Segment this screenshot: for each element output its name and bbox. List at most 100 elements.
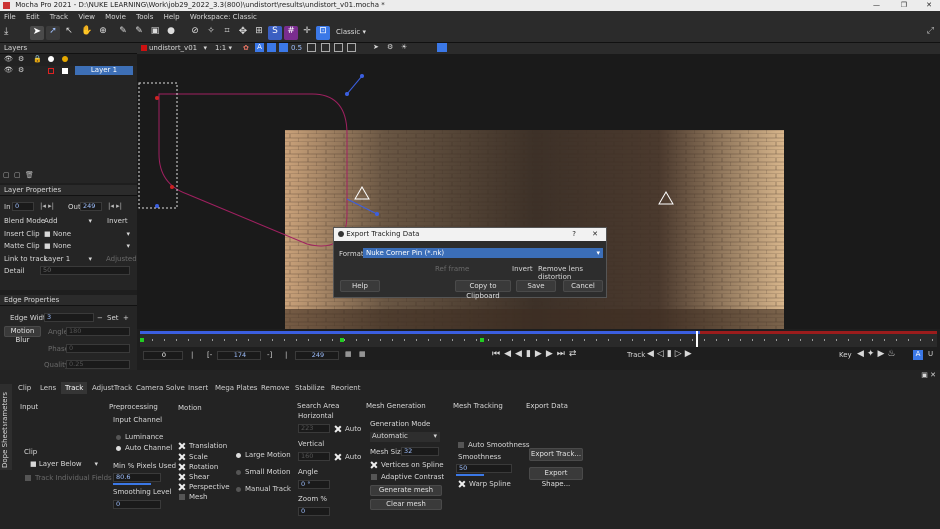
opacity-value[interactable]: 0.5 xyxy=(291,44,302,52)
vertices-on-spline-checkbox[interactable]: Vertices on Spline xyxy=(371,461,444,469)
translation-checkbox[interactable]: Translation xyxy=(179,442,227,450)
edge-plus-icon[interactable]: + xyxy=(123,314,129,322)
clear-mesh-button[interactable]: Clear mesh xyxy=(370,499,442,510)
menu-workspace[interactable]: Workspace: Classic xyxy=(190,13,257,21)
link-track-dropdown[interactable]: Layer 1 ▾ xyxy=(44,255,92,263)
tab-adjusttrack[interactable]: AdjustTrack xyxy=(88,382,136,394)
tab-track[interactable]: Track xyxy=(61,382,88,394)
tab-insert[interactable]: Insert xyxy=(184,382,212,394)
zoom-field[interactable]: 0 xyxy=(298,507,330,516)
luminance-radio[interactable]: Luminance xyxy=(116,433,163,441)
edge-minus-icon[interactable]: − xyxy=(97,314,103,322)
auto-channel-radio[interactable]: Auto Channel xyxy=(116,444,172,452)
copy-to-clipboard-button[interactable]: Copy to Clipboard xyxy=(455,280,511,300)
min-pixels-slider[interactable] xyxy=(113,483,151,485)
surface-s-icon[interactable]: S xyxy=(268,26,282,40)
go-in-icon[interactable]: [- xyxy=(207,351,212,359)
matte-view-icon[interactable] xyxy=(279,43,288,52)
phase-field[interactable]: 0 xyxy=(66,344,130,353)
gear-icon[interactable]: ⚙ xyxy=(18,55,24,63)
minimize-button[interactable]: — xyxy=(873,0,880,11)
remove-lens-toggle[interactable]: Remove lens distortion xyxy=(538,265,606,281)
magnetic-tool-icon[interactable]: ⊘ xyxy=(188,26,202,40)
adaptive-contrast-checkbox[interactable]: Adaptive Contrast xyxy=(371,473,444,481)
invert-toggle[interactable]: Invert xyxy=(512,265,533,273)
in-field[interactable]: 0 xyxy=(12,202,34,211)
layer-matte-swatch[interactable] xyxy=(62,68,68,74)
mesh-checkbox[interactable]: Mesh xyxy=(179,493,207,501)
playback-controls[interactable]: ⏮◀◀▮▶▶⏭⇄ xyxy=(492,349,580,359)
clip-dropdown[interactable]: ■ Layer Below ▾ xyxy=(30,460,98,468)
render-icon[interactable] xyxy=(437,43,447,52)
delete-layer-icon[interactable]: 🗑 xyxy=(25,171,34,179)
duplicate-layer-icon[interactable]: ▢ xyxy=(14,171,21,179)
perspective-checkbox[interactable]: Perspective xyxy=(179,483,230,491)
shear-checkbox[interactable]: Shear xyxy=(179,473,209,481)
calendar-icon[interactable]: ▦ xyxy=(345,350,352,358)
warp-spline-checkbox[interactable]: Warp Spline xyxy=(459,480,511,488)
menu-view[interactable]: View xyxy=(78,13,95,21)
export-track-button[interactable]: Export Track... xyxy=(529,448,583,461)
tab-remove[interactable]: Remove xyxy=(257,382,293,394)
view-mode-icon[interactable] xyxy=(307,43,316,52)
out-field[interactable]: 249 xyxy=(80,202,102,211)
tab-mega-plates[interactable]: Mega Plates xyxy=(211,382,261,394)
tab-lens[interactable]: Lens xyxy=(36,382,60,394)
add-layer-icon[interactable]: ▢ xyxy=(3,171,10,179)
detail-field[interactable]: 50 xyxy=(40,266,130,275)
gear-icon[interactable]: ⚙ xyxy=(18,66,24,74)
stabilize-icon[interactable] xyxy=(334,43,343,52)
go-out-icon[interactable]: -] xyxy=(267,351,272,359)
out-frame-field[interactable]: 249 xyxy=(295,351,339,360)
min-pixels-field[interactable]: 80.6 xyxy=(113,473,161,482)
select-tool-icon[interactable]: ➤ xyxy=(30,26,44,40)
horizontal-field[interactable]: 223 xyxy=(298,424,330,433)
eye-icon[interactable]: 👁 xyxy=(4,55,13,63)
manual-track-radio[interactable]: Manual Track xyxy=(236,485,291,493)
pick-tool-icon[interactable]: ↖ xyxy=(62,26,76,40)
set-out-point-icon[interactable]: | xyxy=(285,351,287,359)
rect-tool-icon[interactable]: ▣ xyxy=(148,26,162,40)
hand-tool-icon[interactable]: ✋ xyxy=(80,26,94,40)
keyframe-marker[interactable] xyxy=(480,338,484,342)
track-individual-fields-checkbox[interactable]: Track Individual Fields xyxy=(25,474,112,482)
matte-icon[interactable] xyxy=(62,56,68,62)
vertical-field[interactable]: 160 xyxy=(298,452,330,461)
mesh-view-icon[interactable]: ⊡ xyxy=(316,26,330,40)
close-button[interactable]: ✕ xyxy=(926,0,932,11)
dialog-close-icon[interactable]: ✕ xyxy=(592,228,598,241)
ellipse-tool-icon[interactable]: ● xyxy=(164,26,178,40)
grid-overlay-icon[interactable]: # xyxy=(284,26,298,40)
timeline-bar[interactable] xyxy=(140,331,937,347)
small-motion-radio[interactable]: Small Motion xyxy=(236,468,290,476)
scale-checkbox[interactable]: Scale xyxy=(179,453,208,461)
adjusted-toggle[interactable]: Adjusted xyxy=(106,255,137,263)
keyframe-marker[interactable] xyxy=(340,338,344,342)
zoom-dropdown[interactable]: 1:1 ▾ xyxy=(215,44,235,52)
menu-movie[interactable]: Movie xyxy=(105,13,126,21)
mesh-size-field[interactable]: 32 xyxy=(401,447,439,456)
help-button[interactable]: Help xyxy=(340,280,380,292)
move-tool-icon[interactable]: ✥ xyxy=(236,26,250,40)
side-tab-dope-sheet[interactable]: Dope Sheet xyxy=(0,426,12,470)
surface-tool-icon[interactable]: ⌗ xyxy=(220,26,234,40)
cancel-button[interactable]: Cancel xyxy=(563,280,603,292)
cursor-icon[interactable]: ➤ xyxy=(373,43,379,51)
in-frame-field[interactable]: 174 xyxy=(217,351,261,360)
menu-help[interactable]: Help xyxy=(164,13,180,21)
vertical-auto-checkbox[interactable]: Auto xyxy=(335,453,361,461)
tab-camera-solve[interactable]: Camera Solve xyxy=(132,382,189,394)
blend-mode-dropdown[interactable]: Add ▾ xyxy=(44,217,92,225)
smoothing-field[interactable]: 0 xyxy=(113,500,161,509)
track-controls[interactable]: ◀◁▮▷▶ xyxy=(647,349,695,359)
xspline-tool-icon[interactable]: ✎ xyxy=(116,26,130,40)
menu-file[interactable]: File xyxy=(4,13,16,21)
layer-name[interactable]: Layer 1 xyxy=(75,66,133,75)
crosshair-icon[interactable]: ✛ xyxy=(300,26,314,40)
set-in-point-icon[interactable]: | xyxy=(191,351,193,359)
auto-smoothness-checkbox[interactable]: Auto Smoothness xyxy=(458,441,530,449)
horizontal-auto-checkbox[interactable]: Auto xyxy=(335,425,361,433)
film-icon[interactable]: ▦ xyxy=(359,350,366,358)
quality-field[interactable]: 0.25 xyxy=(66,360,130,369)
playhead[interactable] xyxy=(696,331,698,347)
